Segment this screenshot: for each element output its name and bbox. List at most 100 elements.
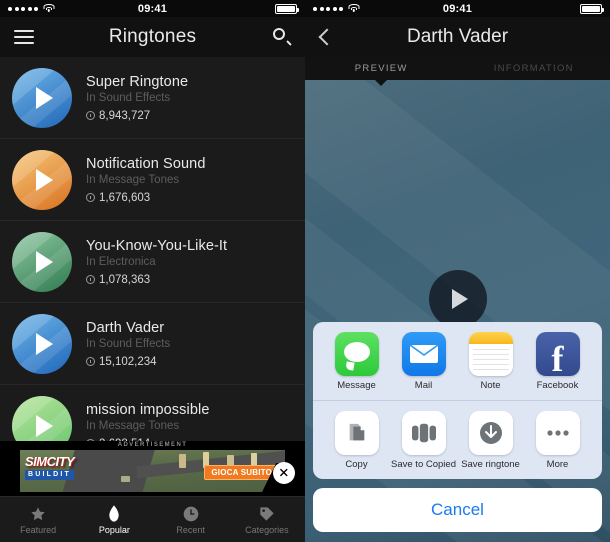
ringtone-downloads: 1,676,603 <box>86 192 293 204</box>
app-label: Mail <box>414 380 433 392</box>
tab-label: Featured <box>20 525 57 535</box>
ringtone-downloads: 1,078,363 <box>86 274 293 286</box>
page-title: Ringtones <box>108 26 197 47</box>
play-thumbnail[interactable] <box>12 313 72 374</box>
tab-popular[interactable]: Popular <box>76 504 152 535</box>
segmented-tabs: PREVIEW INFORMATION <box>305 57 610 86</box>
ringtone-downloads: 15,102,234 <box>86 356 293 368</box>
ringtone-category: In Message Tones <box>86 173 180 186</box>
clock-icon <box>86 193 95 202</box>
share-apps-pane: Message Mail Note f Facebook <box>313 322 602 401</box>
status-time: 09:41 <box>442 2 473 15</box>
ad-cta-button[interactable]: GIOCA SUBITO <box>204 465 279 480</box>
ringtone-downloads: 8,943,727 <box>86 110 293 122</box>
ad-creative[interactable]: SIMCITY BUILDIT GIOCA SUBITO <box>20 450 285 492</box>
ringtone-title: mission impossible <box>86 401 210 418</box>
status-time: 09:41 <box>137 2 168 15</box>
share-target-facebook[interactable]: f Facebook <box>524 332 591 392</box>
more-dots-icon <box>535 411 580 456</box>
facebook-app-icon: f <box>535 332 580 377</box>
ad-label: ADVERTISEMENT <box>117 442 188 448</box>
download-icon <box>468 411 513 456</box>
play-icon <box>36 250 53 273</box>
search-icon[interactable] <box>273 28 292 46</box>
status-bar-right: 09:41 <box>305 0 610 17</box>
play-icon <box>452 289 468 309</box>
ringtone-category: In Sound Effects <box>86 337 171 350</box>
play-icon <box>36 414 53 437</box>
action-more[interactable]: More <box>524 411 591 471</box>
share-target-message[interactable]: Message <box>323 332 390 392</box>
clock-icon <box>86 111 95 120</box>
ringtone-category: In Sound Effects <box>86 91 171 104</box>
app-label: Note <box>480 380 501 392</box>
close-icon[interactable] <box>273 462 295 484</box>
action-label: Save ringtone <box>461 459 520 471</box>
cancel-button[interactable]: Cancel <box>313 488 602 532</box>
share-target-mail[interactable]: Mail <box>390 332 457 392</box>
action-save-ringtone[interactable]: Save ringtone <box>457 411 524 471</box>
share-actions-pane: Copy Save to Copied Save ringtone More <box>313 400 602 479</box>
ringtone-detail-screen: 09:41 Darth Vader PREVIEW INFORMATION Me… <box>305 0 610 542</box>
action-label: More <box>546 459 569 471</box>
action-save-to-copied[interactable]: Save to Copied <box>390 411 457 471</box>
tab-information[interactable]: INFORMATION <box>458 57 610 80</box>
play-thumbnail[interactable] <box>12 231 72 292</box>
ad-brand-primary: SIMCITY <box>25 454 75 469</box>
advertisement-banner[interactable]: ADVERTISEMENT SIMCITY BUILDIT GIOCA SUBI… <box>0 441 305 496</box>
app-label: Message <box>337 380 376 392</box>
bottom-tab-bar: Featured Popular Recent Categories <box>0 496 305 542</box>
ringtone-title: You-Know-You-Like-It <box>86 237 228 254</box>
download-count: 8,943,727 <box>99 109 151 122</box>
detail-title: Darth Vader <box>406 26 509 47</box>
ad-art-building <box>120 476 130 482</box>
play-icon <box>36 168 53 191</box>
battery-icon <box>275 3 299 14</box>
copy-icon <box>334 411 379 456</box>
tab-recent[interactable]: Recent <box>153 504 229 535</box>
tab-preview[interactable]: PREVIEW <box>305 57 458 80</box>
tab-label: Recent <box>176 525 205 535</box>
action-label: Save to Copied <box>391 459 456 471</box>
list-item[interactable]: Notification Sound In Message Tones 1,67… <box>0 139 305 221</box>
ringtones-list-screen: 09:41 Ringtones Super Ringtone In Sound … <box>0 0 305 542</box>
tag-icon <box>259 504 275 522</box>
ringtone-category: In Electronica <box>86 255 156 268</box>
play-thumbnail[interactable] <box>12 149 72 210</box>
tab-featured[interactable]: Featured <box>0 504 76 535</box>
star-icon <box>30 504 46 522</box>
tab-categories[interactable]: Categories <box>229 504 305 535</box>
list-item[interactable]: You-Know-You-Like-It In Electronica 1,07… <box>0 221 305 303</box>
ringtone-title: Super Ringtone <box>86 73 189 90</box>
list-item[interactable]: Darth Vader In Sound Effects 15,102,234 <box>0 303 305 385</box>
play-thumbnail[interactable] <box>12 67 72 128</box>
share-action-row: Copy Save to Copied Save ringtone More <box>313 411 602 471</box>
list-item[interactable]: Super Ringtone In Sound Effects 8,943,72… <box>0 57 305 139</box>
action-copy[interactable]: Copy <box>323 411 390 471</box>
share-target-more-app[interactable] <box>591 332 602 392</box>
download-count: 1,676,603 <box>99 191 151 204</box>
message-app-icon <box>334 332 379 377</box>
note-app-icon <box>468 332 513 377</box>
tab-label: Popular <box>98 525 130 535</box>
share-sheet: Message Mail Note f Facebook Copy Save t… <box>313 322 602 479</box>
hamburger-icon[interactable] <box>14 30 34 44</box>
preview-play-button[interactable] <box>428 270 487 328</box>
clock-icon <box>183 504 199 522</box>
active-tab-caret <box>375 80 388 86</box>
play-icon <box>36 86 53 109</box>
play-icon <box>36 332 53 355</box>
clock-icon <box>86 357 95 366</box>
clock-icon <box>86 275 95 284</box>
action-label: Copy <box>345 459 368 471</box>
share-target-note[interactable]: Note <box>457 332 524 392</box>
ringtone-list: Super Ringtone In Sound Effects 8,943,72… <box>0 57 305 467</box>
ringtone-title: Notification Sound <box>86 155 206 172</box>
ringtone-category: In Message Tones <box>86 419 180 432</box>
tab-label: Categories <box>245 525 289 535</box>
chevron-left-icon[interactable] <box>317 30 331 44</box>
app-label: Facebook <box>536 380 579 392</box>
ad-art-building <box>179 454 186 468</box>
detail-navbar: Darth Vader <box>305 17 610 57</box>
dual-screen-comparison: 09:41 Ringtones Super Ringtone In Sound … <box>0 0 610 542</box>
